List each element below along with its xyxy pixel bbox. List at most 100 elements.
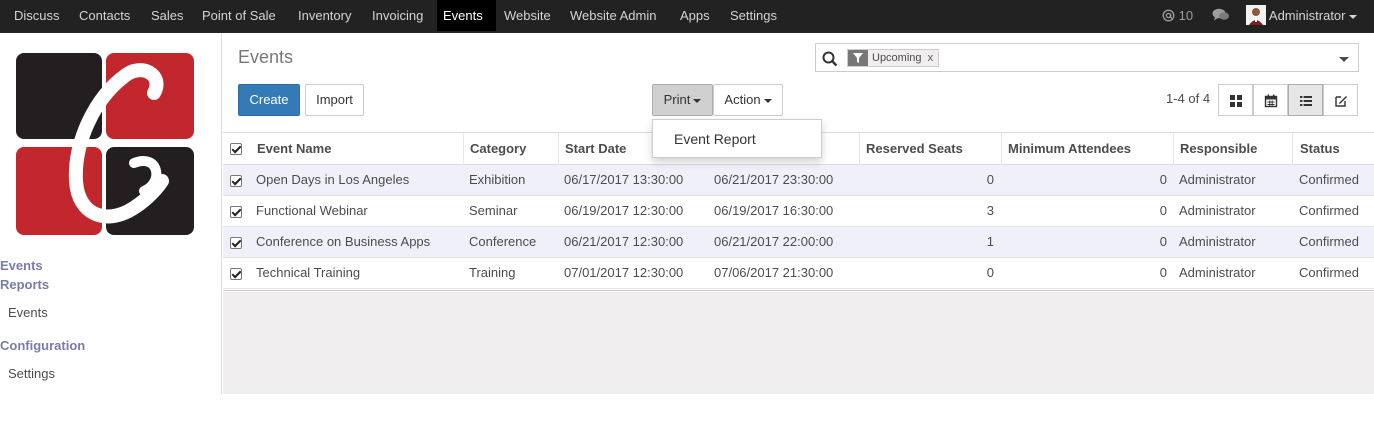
chevron-down-icon [1349, 14, 1358, 19]
search-facet[interactable]: Upcoming x [847, 49, 940, 67]
sidebar: Events Reports Events Configuration Sett… [0, 33, 222, 394]
cell-category: Conference [469, 234, 537, 249]
menu-website[interactable]: Website [498, 0, 557, 31]
cell-responsible: Administrator [1179, 203, 1256, 218]
cell-category: Seminar [469, 203, 518, 218]
table-row[interactable]: Technical Training Training 07/01/2017 1… [223, 258, 1374, 289]
menu-settings[interactable]: Settings [724, 0, 783, 31]
page-title: Events [238, 47, 294, 67]
print-button[interactable]: Print [652, 84, 713, 116]
menu-point-of-sale[interactable]: Point of Sale [196, 0, 282, 31]
cell-responsible: Administrator [1179, 172, 1256, 187]
cell-minimum-attendees: 0 [1159, 234, 1167, 249]
cell-start-date: 06/17/2017 13:30:00 [564, 172, 684, 187]
search-options-caret-icon[interactable] [1339, 57, 1349, 62]
select-all-checkbox[interactable] [230, 143, 242, 155]
cell-end-date: 06/21/2017 23:30:00 [714, 172, 834, 187]
menu-events[interactable]: Events [437, 0, 496, 31]
pager-value[interactable]: 1-4 of 4 [1166, 91, 1210, 106]
column-header-event-name[interactable]: Event Name [257, 133, 331, 165]
table-row[interactable]: Conference on Business Apps Conference 0… [223, 227, 1374, 258]
sidebar-section-reports[interactable]: Reports [0, 277, 49, 292]
menu-invoicing[interactable]: Invoicing [366, 0, 429, 31]
cell-status: Confirmed [1299, 234, 1359, 249]
cell-category: Exhibition [469, 172, 526, 187]
column-divider [1292, 133, 1293, 165]
facet-remove-icon[interactable]: x [928, 52, 934, 64]
cell-end-date: 06/21/2017 22:00:00 [714, 234, 834, 249]
column-header-category[interactable]: Category [470, 133, 526, 165]
print-menu-item-event-report[interactable]: Event Report [674, 131, 756, 147]
menu-contacts[interactable]: Contacts [73, 0, 136, 31]
cell-reserved-seats: 1 [986, 234, 994, 249]
form-view-button[interactable] [1323, 84, 1358, 116]
search-icon[interactable] [822, 51, 838, 67]
cell-status: Confirmed [1299, 265, 1359, 280]
sidebar-item-events[interactable]: Events [8, 305, 48, 320]
column-divider [859, 133, 860, 165]
row-checkbox[interactable] [230, 237, 242, 249]
cell-start-date: 06/21/2017 12:30:00 [564, 234, 684, 249]
cell-category: Training [469, 265, 516, 280]
calendar-view-button[interactable] [1253, 84, 1288, 116]
edit-icon [1335, 96, 1347, 107]
menu-sales[interactable]: Sales [145, 0, 190, 31]
content-background [223, 292, 1374, 394]
create-button[interactable]: Create [238, 84, 300, 116]
import-button[interactable]: Import [305, 84, 364, 116]
cell-event-name: Functional Webinar [256, 203, 368, 218]
top-navbar: Discuss Contacts Sales Point of Sale Inv… [0, 0, 1374, 33]
column-divider [1001, 133, 1002, 165]
cell-event-name: Open Days in Los Angeles [256, 172, 410, 187]
column-header-status[interactable]: Status [1300, 133, 1340, 165]
menu-inventory[interactable]: Inventory [292, 0, 357, 31]
notification-count: 10 [1178, 8, 1194, 23]
chevron-down-icon [693, 98, 702, 103]
cell-status: Confirmed [1299, 172, 1359, 187]
activity-indicator[interactable]: 10 [1162, 0, 1193, 31]
user-menu[interactable]: Administrator [1246, 0, 1358, 31]
sidebar-section-configuration[interactable]: Configuration [0, 338, 85, 353]
row-checkbox[interactable] [230, 206, 242, 218]
row-checkbox[interactable] [230, 175, 242, 187]
column-header-responsible[interactable]: Responsible [1180, 133, 1257, 165]
cell-minimum-attendees: 0 [1159, 265, 1167, 280]
sidebar-item-settings[interactable]: Settings [8, 366, 55, 381]
cell-event-name: Technical Training [256, 265, 361, 280]
avatar [1246, 5, 1266, 25]
action-button-label: Action [724, 92, 761, 107]
cell-end-date: 07/06/2017 21:30:00 [714, 265, 834, 280]
column-header-start-date[interactable]: Start Date [565, 133, 626, 165]
cell-reserved-seats: 3 [986, 203, 994, 218]
table-row[interactable]: Functional Webinar Seminar 06/19/2017 12… [223, 196, 1374, 227]
table-row[interactable]: Open Days in Los Angeles Exhibition 06/1… [223, 165, 1374, 196]
menu-website-admin[interactable]: Website Admin [564, 0, 662, 31]
cell-responsible: Administrator [1179, 265, 1256, 280]
sidebar-section-events[interactable]: Events [0, 258, 43, 273]
search-bar[interactable]: Upcoming x [815, 43, 1359, 72]
cell-minimum-attendees: 0 [1159, 203, 1167, 218]
row-checkbox[interactable] [230, 268, 242, 280]
column-divider [463, 133, 464, 165]
column-divider [1173, 133, 1174, 165]
calendar-icon [1264, 94, 1278, 108]
column-header-reserved-seats[interactable]: Reserved Seats [866, 133, 963, 165]
menu-apps[interactable]: Apps [674, 0, 716, 31]
cell-event-name: Conference on Business Apps [256, 234, 431, 249]
action-button[interactable]: Action [713, 84, 783, 116]
cell-minimum-attendees: 0 [1159, 172, 1167, 187]
column-header-minimum-attendees[interactable]: Minimum Attendees [1008, 133, 1131, 165]
chat-icon[interactable] [1212, 0, 1230, 31]
list-view-button[interactable] [1288, 84, 1323, 116]
page-footer-blank [0, 394, 1374, 432]
kanban-view-button[interactable] [1218, 84, 1253, 116]
search-facet-label: Upcoming [872, 52, 922, 64]
print-dropdown-menu: Event Report [652, 119, 822, 158]
at-sign-icon [1162, 9, 1175, 22]
cell-end-date: 06/19/2017 16:30:00 [714, 203, 834, 218]
menu-discuss[interactable]: Discuss [8, 0, 66, 31]
chevron-down-icon [763, 98, 772, 103]
column-divider [558, 133, 559, 165]
print-button-label: Print [663, 92, 691, 107]
cell-status: Confirmed [1299, 203, 1359, 218]
